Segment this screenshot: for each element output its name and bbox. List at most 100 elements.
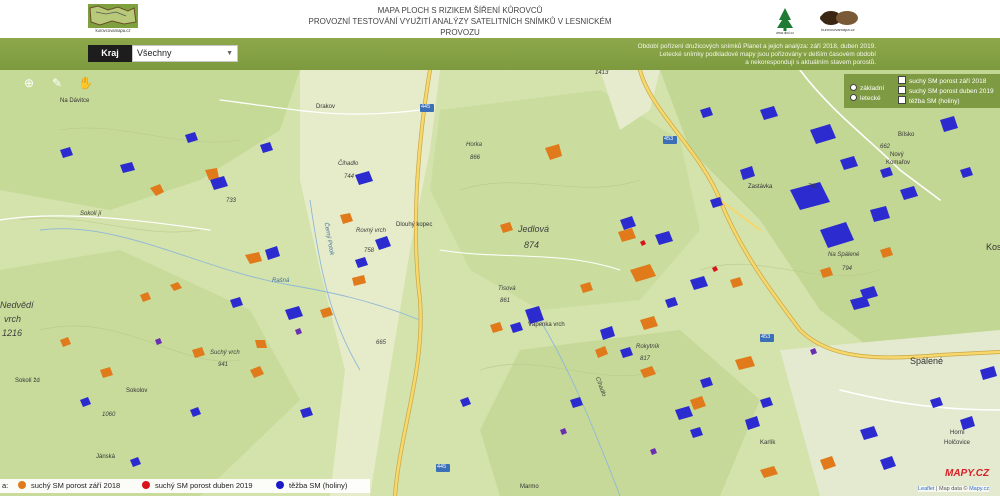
label-holcovice: Holčovice xyxy=(944,440,971,446)
checkbox-icon xyxy=(898,76,906,84)
kraj-select-value: Všechny xyxy=(137,48,172,58)
beetle-logo[interactable]: kurovcovamapa.cz xyxy=(815,7,861,33)
label-sucha-alt: 941 xyxy=(218,362,229,368)
map-base xyxy=(0,70,1000,496)
header-title: MAPA PLOCH S RIZIKEM ŠÍŘENÍ KŮROVCŮ PROV… xyxy=(290,5,630,38)
label-nedvedi: Nedvědí xyxy=(0,300,34,310)
leaflet-link[interactable]: Leaflet xyxy=(918,486,935,492)
basemap-letecke[interactable]: letecké xyxy=(850,94,881,102)
red-dot-icon xyxy=(142,481,150,489)
radio-icon xyxy=(850,84,857,91)
label-rasna: Rašná xyxy=(272,278,290,284)
label-na-spalene: Na Spálené xyxy=(828,252,860,258)
title-line-2: PROVOZNÍ TESTOVÁNÍ VYUŽITÍ ANALÝZY SATEL… xyxy=(308,17,612,37)
label-horni: Horní xyxy=(950,430,965,436)
label-solisko: Sokolí žd xyxy=(15,378,40,384)
label-zastavka: Zastávka xyxy=(748,184,773,190)
label-tisova-alt: 861 xyxy=(500,298,511,304)
label-dlouhy-kopec: Dlouhý kopec xyxy=(396,222,433,228)
label-sucha-vrch: Suchý vrch xyxy=(210,350,240,356)
label-janak: Jánská xyxy=(96,454,116,460)
label-1413: 1413 xyxy=(595,70,609,76)
label-rokytnik-alt: 817 xyxy=(640,356,651,362)
map-legend: a: suchý SM porost září 2018 suchý SM po… xyxy=(0,479,370,493)
label-rokytnik: Rokytník xyxy=(636,344,660,350)
info-line-2: Letecké snímky podkladové mapy jsou poři… xyxy=(659,51,876,58)
road-453-shield-2: 453 xyxy=(761,334,771,340)
kraj-select[interactable]: Všechny ▼ xyxy=(132,45,238,62)
overlay-logging[interactable]: těžba SM (holiny) xyxy=(898,96,960,105)
label-na-davitce: Na Dávitce xyxy=(60,98,90,104)
overlay-dry-2019[interactable]: suchý SM porost duben 2019 xyxy=(898,86,994,95)
road-445-shield: 445 xyxy=(421,104,431,110)
legend-item-logging: těžba SM (holiny) xyxy=(276,479,347,493)
mapdata-text: Map data © xyxy=(939,486,968,492)
info-line-1: Období pořízení družicových snímků Plane… xyxy=(637,43,876,50)
map-canvas[interactable]: Na Dávitce Drakov Čihadlo 744 Sokolí jí … xyxy=(0,70,1000,496)
overlay-dry-2018[interactable]: suchý SM porost září 2018 xyxy=(898,76,986,85)
label-spalene: Spálené xyxy=(910,356,944,366)
checkbox-icon xyxy=(898,96,906,104)
label-794: 794 xyxy=(842,266,853,272)
info-text: Období pořízení družicových snímků Plane… xyxy=(560,43,876,67)
basemap-letecke-label: letecké xyxy=(860,95,881,102)
info-line-3: a nekorespondují s aktuálním stavem poro… xyxy=(745,59,876,66)
chevron-down-icon: ▼ xyxy=(226,50,233,57)
blue-dot-icon xyxy=(276,481,284,489)
label-662: 662 xyxy=(880,144,891,150)
checkbox-icon xyxy=(898,86,906,94)
radio-icon xyxy=(850,94,857,101)
road-445-shield-2: 445 xyxy=(437,464,447,470)
uhul-text: www.uhul.cz xyxy=(776,31,794,35)
label-karlik: Karlík xyxy=(760,440,776,446)
label-jedlova: Jedlová xyxy=(518,224,550,234)
label-790: 790 xyxy=(808,184,819,190)
label-marmo: Marmo xyxy=(520,484,539,490)
label-rovny-alt: 758 xyxy=(364,248,375,254)
road-453-shield: 453 xyxy=(664,136,674,142)
locate-icon[interactable]: ⊕ xyxy=(22,76,36,90)
kraj-label: Kraj xyxy=(88,45,132,62)
legend-dry-2019-label: suchý SM porost duben 2019 xyxy=(155,481,253,490)
mapy-link[interactable]: Mapy.cz xyxy=(969,486,989,492)
label-komarov: Komařov xyxy=(886,160,911,166)
label-733: 733 xyxy=(226,198,237,204)
basemap-zakladni[interactable]: základní xyxy=(850,84,884,92)
label-kos: Kos xyxy=(986,242,1000,252)
label-rovny-vrch: Rovný vrch xyxy=(356,228,387,234)
kurovcova-mapa-logo[interactable]: kurovcovamapa.cz xyxy=(88,4,138,34)
basemap-zakladni-label: základní xyxy=(860,85,885,92)
legend-logging-label: těžba SM (holiny) xyxy=(289,481,348,490)
label-nedvedi-vrch: vrch xyxy=(4,314,22,324)
title-line-1: MAPA PLOCH S RIZIKEM ŠÍŘENÍ KŮROVCŮ xyxy=(377,6,543,15)
overlay-dry-2019-label: suchý SM porost duben 2019 xyxy=(909,88,994,95)
legend-item-dry-2018: suchý SM porost září 2018 xyxy=(18,479,120,493)
beetle-logo-text: kurovcovamapa.cz xyxy=(821,27,854,32)
label-sokolov: Sokolov xyxy=(126,388,148,394)
label-jedlova-alt: 874 xyxy=(524,240,540,250)
overlay-logging-label: těžba SM (holiny) xyxy=(909,98,960,105)
legend-dry-2018-label: suchý SM porost září 2018 xyxy=(31,481,121,490)
label-tisova: Tisová xyxy=(498,286,516,292)
label-novy: Nový xyxy=(890,152,904,158)
logo-text: kurovcovamapa.cz xyxy=(96,28,131,33)
label-cihadlo: Čihadlo xyxy=(338,161,359,167)
orange-dot-icon xyxy=(18,481,26,489)
mapy-cz-logo[interactable]: MAPY.CZ xyxy=(945,468,989,479)
legend-prefix: a: xyxy=(2,481,9,490)
legend-item-dry-2019: suchý SM porost duben 2019 xyxy=(142,479,253,493)
label-sokoli: Sokolí jí xyxy=(80,211,102,217)
pan-hand-icon[interactable]: ✋ xyxy=(78,76,93,90)
page-header: kurovcovamapa.cz MAPA PLOCH S RIZIKEM ŠÍ… xyxy=(0,0,1000,38)
label-cihadlo-alt: 744 xyxy=(344,174,355,180)
label-vapenka: Vápenka vrch xyxy=(528,322,565,328)
label-1060: 1060 xyxy=(102,412,116,418)
label-665: 665 xyxy=(376,340,387,346)
uhul-logo[interactable]: www.uhul.cz xyxy=(770,6,800,36)
label-horka: Horka xyxy=(466,142,483,148)
layer-control: základní letecké suchý SM porost září 20… xyxy=(844,74,1000,108)
label-1216: 1216 xyxy=(2,328,23,338)
measure-icon[interactable]: ✎ xyxy=(50,76,64,90)
label-drakov: Drakov xyxy=(316,104,336,110)
map-attribution: Leaflet | Map data © Mapy.cz xyxy=(918,486,990,492)
